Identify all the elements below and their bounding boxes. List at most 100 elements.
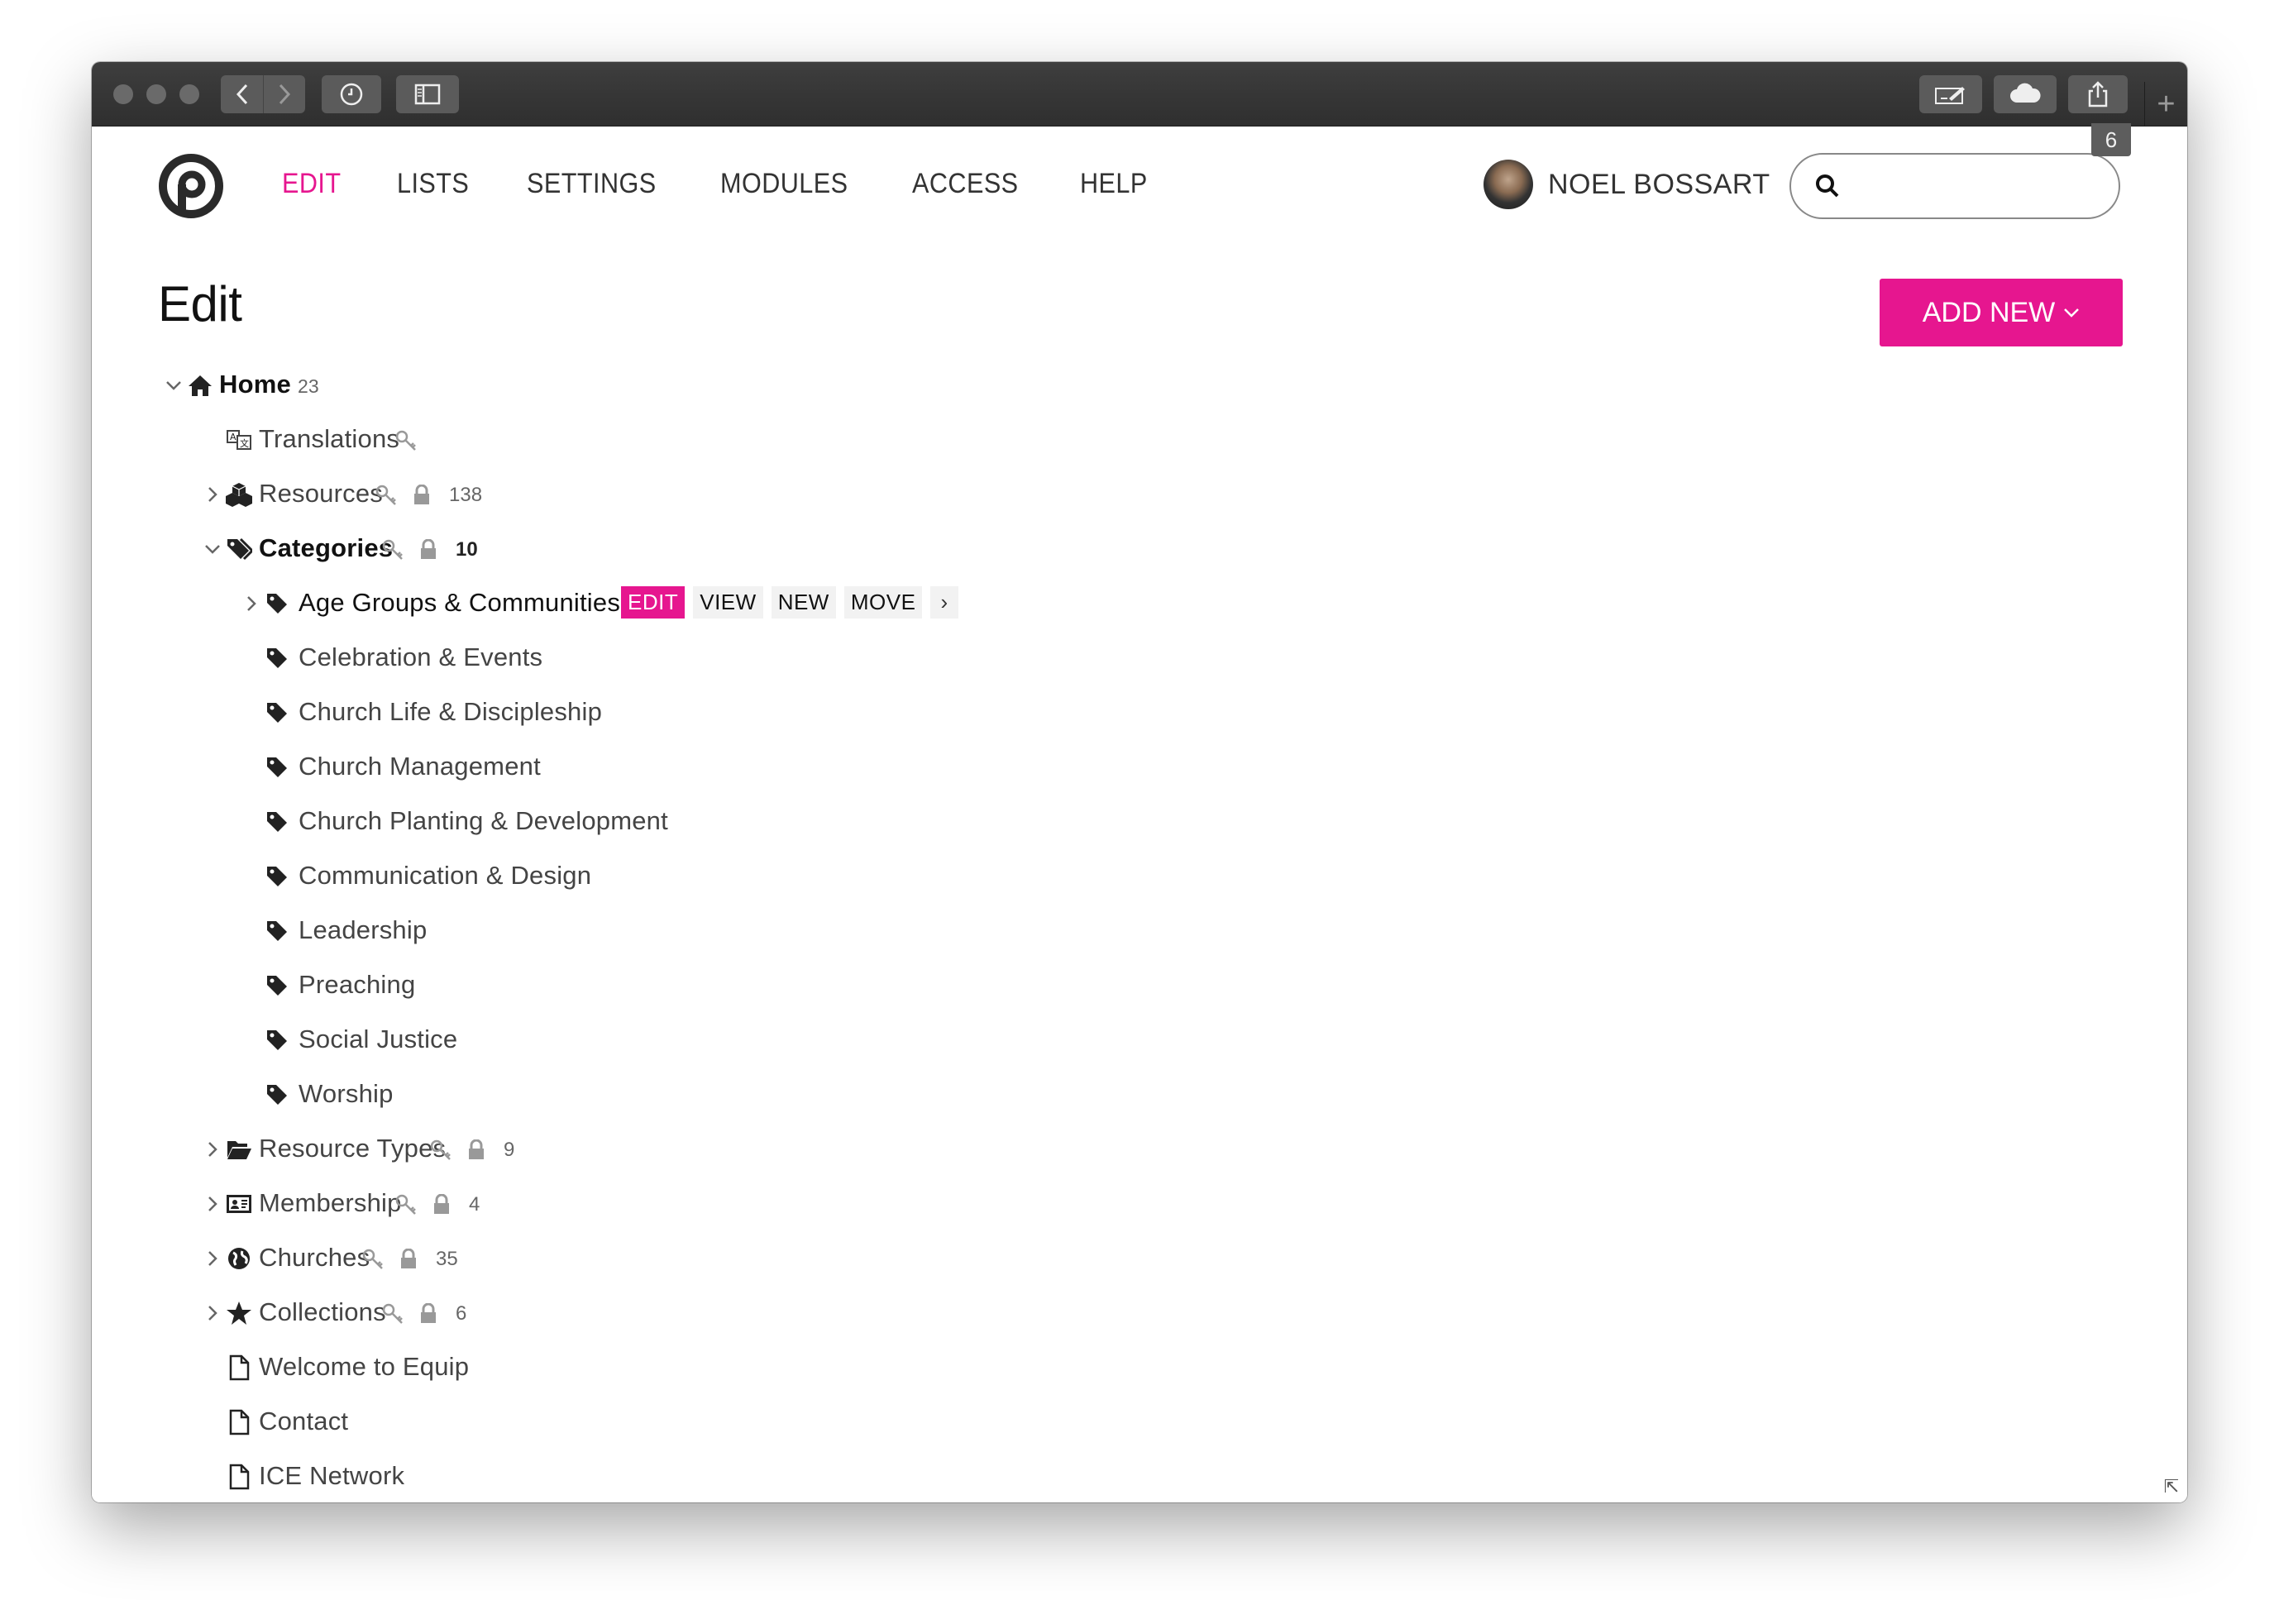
tag-icon [267,594,287,614]
back-button[interactable] [221,75,263,113]
tree-label[interactable]: Translations [259,424,399,454]
tree-label[interactable]: Resources [259,479,383,509]
user-menu[interactable]: NOEL BOSSART [1484,160,1770,209]
nav-modules[interactable]: MODULES [720,168,848,200]
chevron-right-icon[interactable] [203,1195,222,1213]
tree-label[interactable]: Church Life & Discipleship [299,697,602,727]
tag-icon [267,648,287,668]
svg-text:文: 文 [240,437,249,449]
lock-icon [414,485,429,504]
forward-button[interactable] [263,75,305,113]
resize-corner-icon[interactable]: ⇱ [2164,1476,2179,1497]
nav-help[interactable]: HELP [1080,168,1148,200]
tag-icon [267,921,287,941]
language-icon: A文 [227,430,251,450]
star-icon [227,1302,251,1325]
id-card-icon [227,1195,251,1213]
tag-icon [267,1030,287,1050]
child-count: 4 [469,1193,480,1216]
row-more-button[interactable]: › [930,586,958,619]
search-icon [1816,174,1839,198]
tree-label[interactable]: Social Justice [299,1025,457,1054]
cubes-icon [226,483,252,507]
tag-icon [267,812,287,832]
pen-icon [1935,87,1965,104]
nav-edit[interactable]: EDIT [282,168,342,200]
tree-label[interactable]: Communication & Design [299,861,591,891]
share-button[interactable] [2068,75,2128,113]
tree-label[interactable]: Categories [259,533,393,563]
chevron-right-icon[interactable] [203,485,222,504]
cloud-button[interactable] [1994,75,2057,113]
close-window-button[interactable] [113,84,133,104]
nav-lists[interactable]: LISTS [397,168,469,200]
tree-label[interactable]: Worship [299,1079,394,1109]
tab-count-badge: 6 [2091,123,2131,156]
globe-icon [228,1248,250,1269]
tree-label[interactable]: Celebration & Events [299,642,542,672]
search-input[interactable] [1849,166,2097,208]
tree-label[interactable]: Leadership [299,915,427,945]
chevron-right-icon[interactable] [242,595,260,613]
file-icon [229,1464,250,1490]
clock-icon [340,83,363,106]
key-icon [382,1303,403,1324]
maximize-window-button[interactable] [179,84,199,104]
chevron-right-icon[interactable] [203,1304,222,1322]
share-icon [2088,81,2108,107]
sidebar-toggle-button[interactable] [396,75,459,113]
tree-label[interactable]: Collections [259,1297,386,1327]
tree-label[interactable]: Churches [259,1243,370,1273]
row-view-button[interactable]: VIEW [693,586,763,619]
history-button[interactable] [322,75,381,113]
row-actions: EDIT VIEW NEW MOVE › [621,586,958,619]
tree-label[interactable]: Welcome to Equip [259,1352,469,1382]
tree-label[interactable]: Age Groups & Communities5 [299,588,638,618]
child-count: 6 [456,1302,467,1325]
new-tab-button[interactable]: + [2144,82,2187,127]
key-icon [375,485,396,505]
tree-label[interactable]: Home 23 [219,370,319,399]
tree-label[interactable]: Resource Types [259,1134,446,1163]
tree-label[interactable]: Preaching [299,970,415,1000]
tag-icon [267,757,287,777]
tree-row-age-groups[interactable]: Age Groups & Communities5 EDIT VIEW NEW … [92,576,2187,631]
tree-meta: 4 [394,1193,480,1216]
lock-icon [469,1139,484,1159]
row-edit-button[interactable]: EDIT [621,586,686,619]
chevron-right-icon[interactable] [203,1140,222,1158]
tree-label[interactable]: Church Planting & Development [299,806,668,836]
notes-button[interactable] [1919,75,1982,113]
child-count: 138 [449,484,483,506]
nav-access[interactable]: ACCESS [912,168,1019,200]
row-move-button[interactable]: MOVE [843,586,923,619]
tag-icon [267,703,287,723]
tree-label[interactable]: Contact [259,1407,348,1436]
file-icon [229,1354,250,1381]
logo-icon[interactable] [158,153,224,219]
tag-icon [267,1085,287,1105]
tree-meta: 6 [381,1302,466,1325]
chevron-down-icon[interactable] [165,376,183,394]
browser-toolbar: + [92,62,2187,127]
chevron-right-icon [279,84,291,105]
tree-label[interactable]: ICE Network [259,1461,404,1491]
key-icon [382,539,403,560]
avatar [1484,160,1533,209]
tree-label[interactable]: Membership [259,1188,402,1218]
history-nav-group [221,75,305,113]
lock-icon [421,539,436,559]
nav-settings[interactable]: SETTINGS [527,168,657,200]
key-icon [395,1194,416,1215]
tree-meta [394,429,418,452]
minimize-window-button[interactable] [146,84,166,104]
tree-label[interactable]: Church Management [299,752,541,781]
chevron-right-icon[interactable] [203,1249,222,1268]
add-new-button[interactable]: ADD NEW [1880,279,2123,346]
row-new-button[interactable]: NEW [771,586,836,619]
chevron-down-icon[interactable] [203,540,222,558]
folder-open-icon [227,1141,251,1159]
key-icon [430,1139,451,1160]
child-count: 10 [456,538,478,561]
chevron-left-icon [236,84,247,105]
